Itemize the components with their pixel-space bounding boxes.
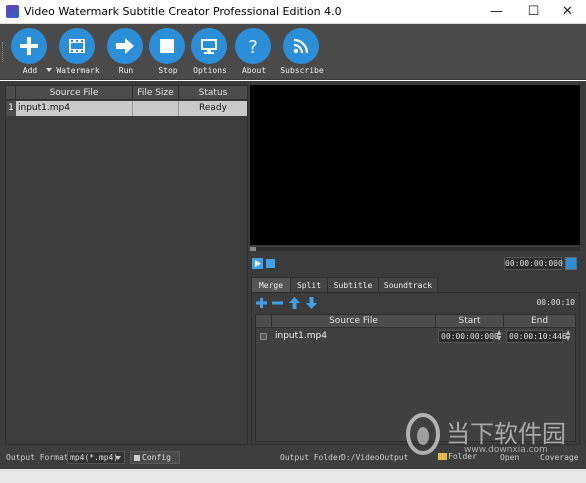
remove-clip-icon[interactable] — [271, 297, 284, 309]
seek-handle[interactable] — [250, 247, 256, 251]
open-button[interactable]: Open — [500, 453, 519, 462]
main-area: Source File File Size Status 1 input1.mp… — [0, 81, 586, 447]
merge-row-checkbox[interactable] — [260, 333, 267, 340]
merge-panel: 00:00:10 Source File Start End input1.mp… — [251, 292, 580, 445]
subscribe-button[interactable]: Subscribe — [276, 28, 328, 76]
add-clip-icon[interactable] — [255, 297, 268, 309]
arrow-right-icon — [116, 38, 134, 54]
output-format-value: mp4(*.mp4) — [70, 453, 119, 462]
col-merge-end[interactable]: End — [504, 315, 575, 328]
watermark-label: Watermark — [56, 66, 100, 75]
file-table-header: Source File File Size Status — [6, 86, 247, 100]
app-icon — [6, 5, 19, 18]
title-bar: Video Watermark Subtitle Creator Profess… — [0, 0, 586, 24]
col-source-file[interactable]: Source File — [16, 86, 133, 100]
plus-icon — [20, 37, 38, 55]
toolbar: Add Watermark Run Stop Options ? About S… — [0, 24, 586, 80]
move-up-icon[interactable] — [288, 297, 301, 309]
film-icon — [69, 39, 85, 53]
coverage-checkbox[interactable]: Coverage — [540, 453, 579, 462]
move-down-icon[interactable] — [305, 297, 318, 309]
col-status[interactable]: Status — [179, 86, 247, 100]
row-number: 1 — [6, 101, 16, 116]
tab-soundtrack[interactable]: Soundtrack — [378, 277, 438, 292]
folder-icon — [438, 453, 447, 460]
playback-time: 00:00:00:000 — [504, 257, 563, 270]
about-label: About — [241, 66, 267, 75]
play-icon[interactable] — [252, 258, 263, 269]
about-button[interactable]: ? About — [228, 28, 280, 76]
tab-split[interactable]: Split — [290, 277, 328, 292]
end-spinner-icon[interactable]: ▲ ▼ — [564, 330, 572, 343]
cell-file-size[interactable] — [133, 101, 179, 116]
svg-text:?: ? — [248, 37, 258, 56]
rss-icon — [293, 38, 309, 54]
output-folder-path[interactable]: D:/VideoOutput — [341, 453, 408, 462]
status-strip — [0, 469, 586, 483]
merge-total-time: 00:00:10 — [536, 298, 575, 307]
monitor-icon — [201, 39, 217, 54]
folder-button[interactable]: Folder — [438, 452, 477, 461]
merge-table: Source File Start End input1.mp4 00:00:0… — [255, 314, 576, 442]
snapshot-icon[interactable] — [565, 257, 577, 270]
col-merge-start[interactable]: Start — [436, 315, 504, 328]
chevron-down-icon — [115, 456, 121, 460]
table-row[interactable]: 1 input1.mp4 Ready — [6, 101, 247, 116]
start-spinner-icon[interactable]: ▲ ▼ — [495, 330, 503, 343]
config-label: Config — [142, 453, 171, 462]
merge-end-input[interactable]: 00:00:10:446 — [506, 330, 567, 343]
stop-playback-icon[interactable] — [266, 259, 275, 268]
seek-bar[interactable] — [250, 247, 580, 251]
watermark-button[interactable]: Watermark — [52, 28, 104, 76]
col-merge-source-file[interactable]: Source File — [272, 315, 436, 328]
subscribe-label: Subscribe — [280, 66, 324, 75]
output-format-select[interactable]: mp4(*.mp4) — [67, 451, 125, 464]
tab-subtitle[interactable]: Subtitle — [327, 277, 379, 292]
maximize-button[interactable]: ☐ — [515, 0, 552, 24]
question-icon: ? — [248, 37, 258, 56]
window-title: Video Watermark Subtitle Creator Profess… — [24, 5, 342, 18]
cell-status[interactable]: Ready — [179, 101, 247, 116]
merge-start-input[interactable]: 00:00:00:000 — [438, 330, 499, 343]
stop-icon — [160, 39, 174, 53]
row-number-header — [6, 86, 16, 100]
merge-cell-source[interactable]: input1.mp4 — [275, 329, 435, 344]
config-icon — [134, 455, 140, 461]
folder-label: Folder — [448, 452, 477, 461]
file-list-panel: Source File File Size Status 1 input1.mp… — [5, 85, 248, 445]
config-button[interactable]: Config — [130, 451, 180, 464]
merge-check-header — [256, 315, 272, 328]
minimize-button[interactable]: — — [478, 0, 515, 24]
close-button[interactable]: ✕ — [549, 0, 586, 24]
output-format-label: Output Format — [6, 453, 69, 462]
col-file-size[interactable]: File Size — [133, 86, 179, 100]
output-folder-label: Output Folder — [280, 453, 343, 462]
video-preview[interactable] — [250, 85, 580, 245]
bottom-bar: Output Format mp4(*.mp4) Config Output F… — [0, 447, 586, 469]
tab-merge[interactable]: Merge — [251, 277, 291, 292]
add-button[interactable]: Add — [4, 28, 56, 76]
cell-source-file[interactable]: input1.mp4 — [16, 101, 133, 116]
